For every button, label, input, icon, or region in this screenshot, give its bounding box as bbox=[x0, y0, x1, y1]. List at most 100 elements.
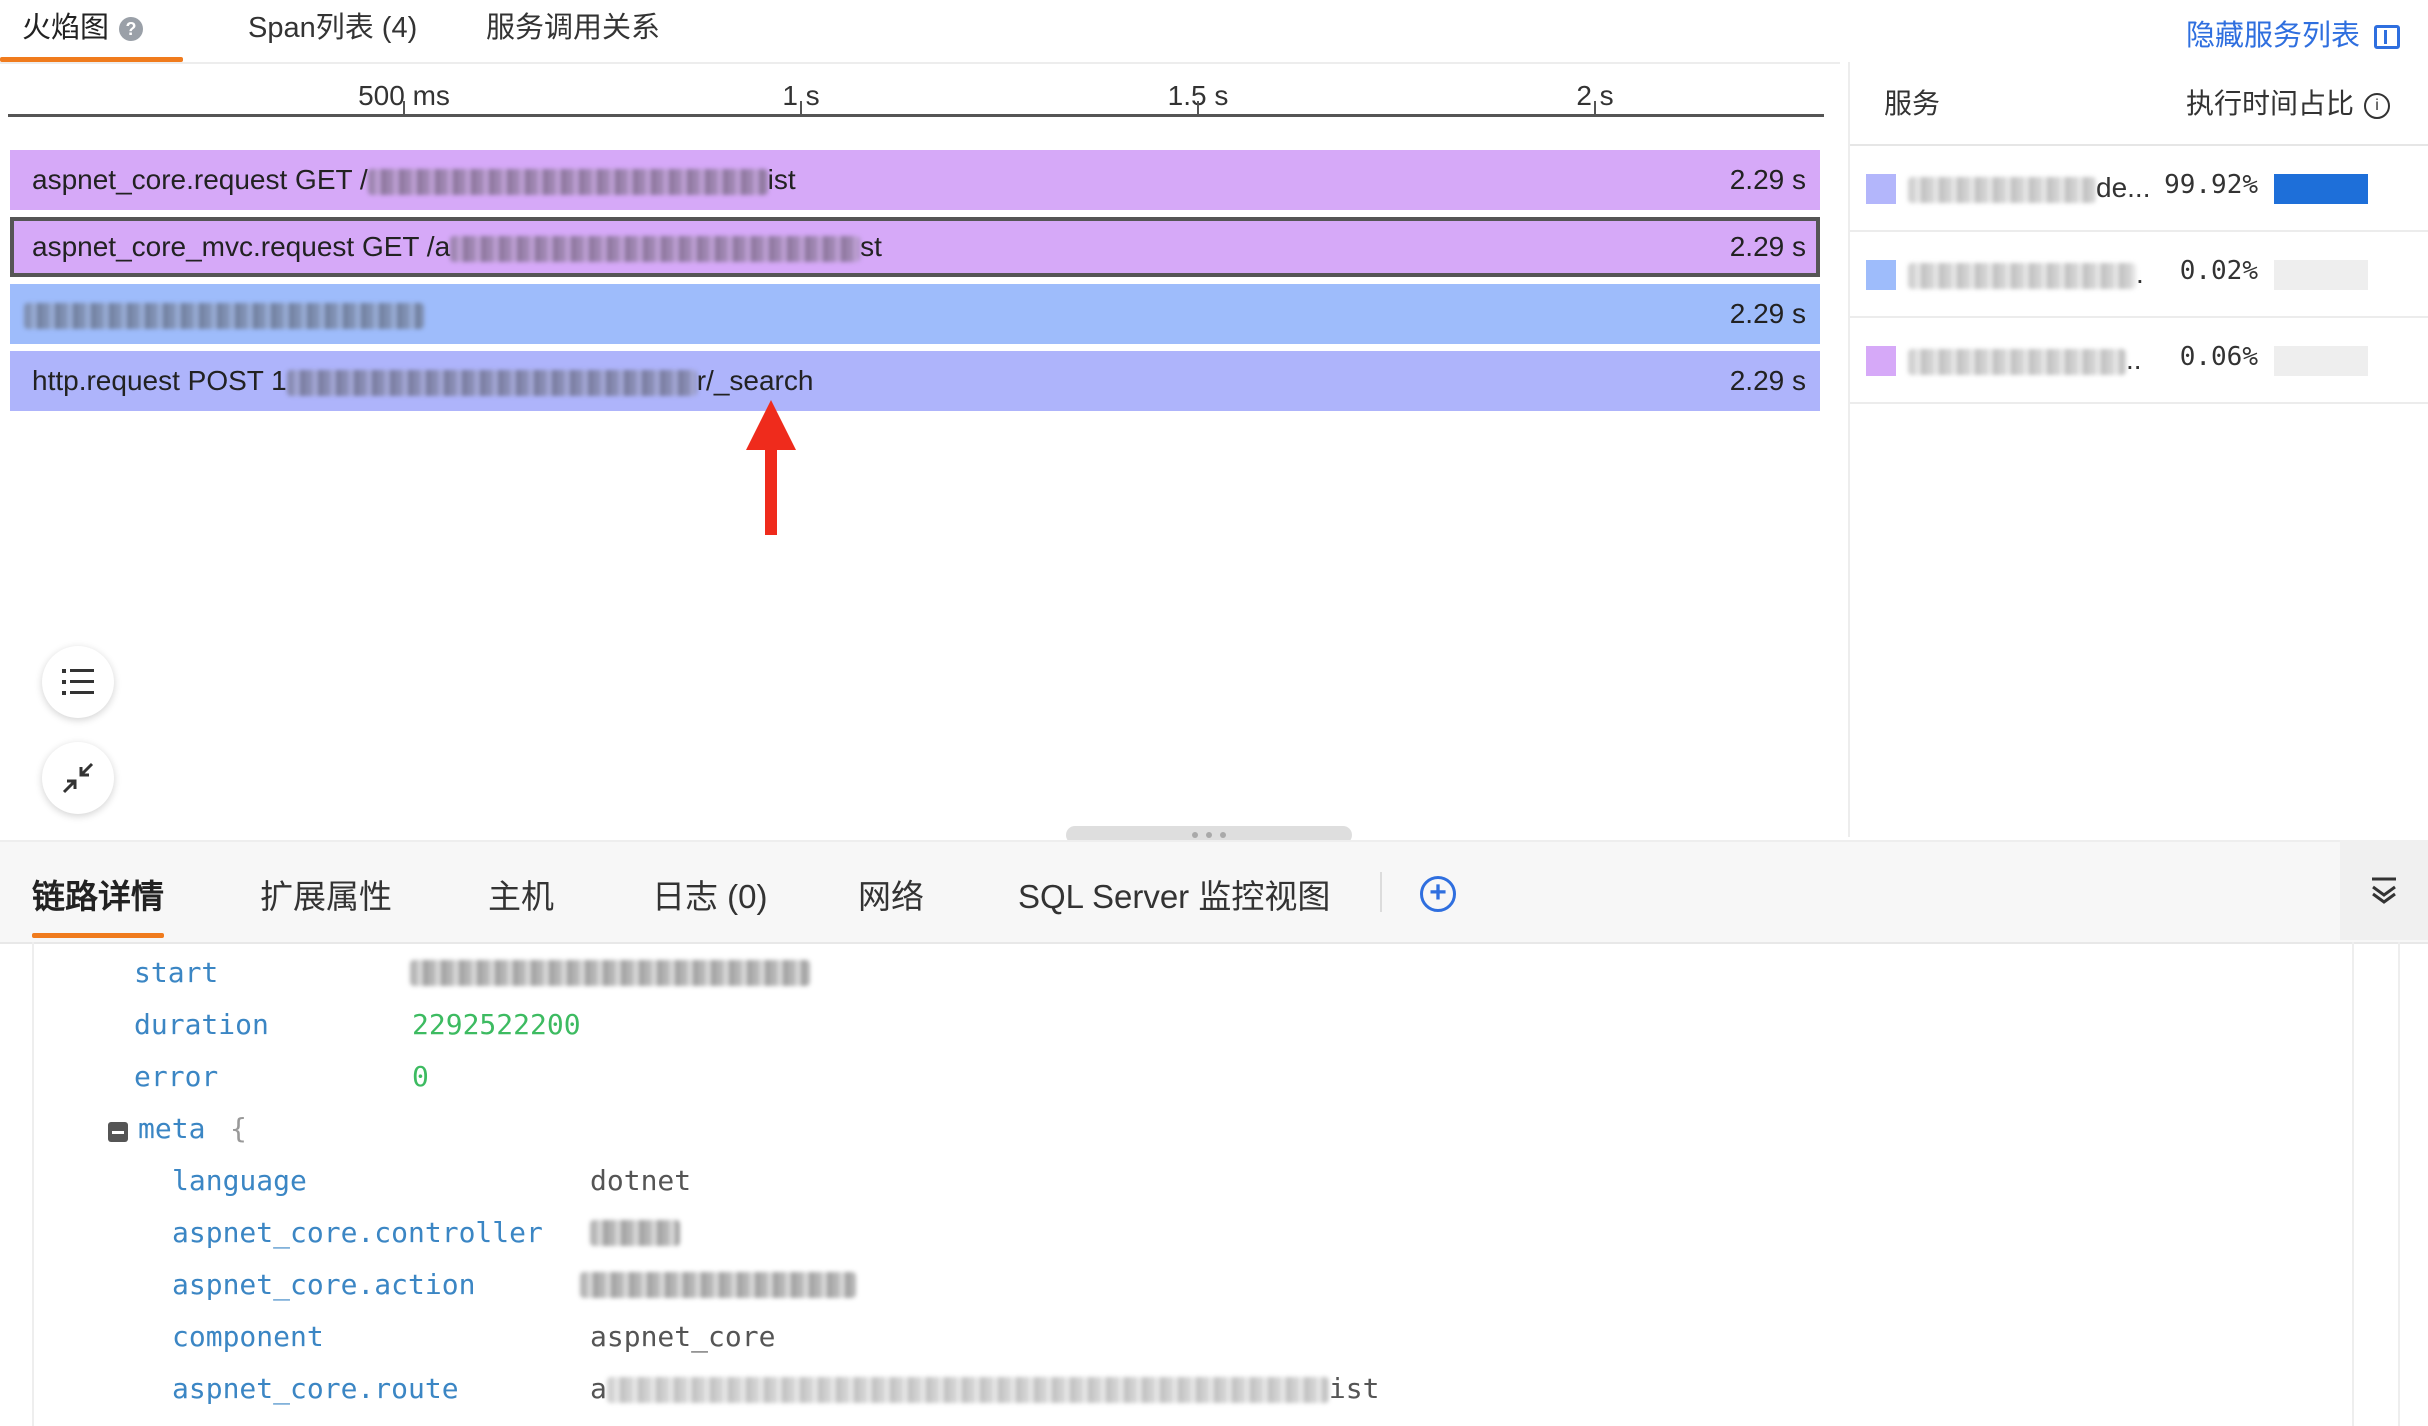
service-name-suffix: . bbox=[2136, 258, 2144, 289]
detail-value: dotnet bbox=[590, 1164, 692, 1197]
add-tab-icon[interactable]: + bbox=[1420, 876, 1456, 912]
service-name-suffix: de... bbox=[2096, 172, 2151, 203]
span-bar-redacted[interactable]: 2.29 s bbox=[10, 284, 1820, 344]
service-color-swatch bbox=[1866, 260, 1896, 290]
tab-divider bbox=[1380, 872, 1382, 912]
span-duration: 2.29 s bbox=[1729, 298, 1806, 329]
shrink-icon bbox=[62, 762, 94, 794]
service-ratio-value: 0.02% bbox=[2179, 256, 2258, 286]
detail-key: error bbox=[134, 1060, 219, 1093]
tab-trace-details-label: 链路详情 bbox=[32, 878, 164, 915]
service-table-header: 服务 执行时间占比 i bbox=[1850, 62, 2428, 146]
detail-value: aspnet_core bbox=[590, 1320, 776, 1353]
service-ratio-value: 99.92% bbox=[2164, 170, 2258, 200]
detail-key: meta bbox=[138, 1112, 206, 1145]
redacted-text bbox=[286, 369, 697, 396]
grip-dot bbox=[1206, 832, 1212, 838]
service-ratio-value: 0.06% bbox=[2179, 342, 2258, 372]
collapse-panel-button[interactable] bbox=[2340, 840, 2428, 940]
redacted-text bbox=[24, 302, 424, 329]
service-ratio-bar bbox=[2274, 260, 2368, 290]
tab-sql-server-monitor[interactable]: SQL Server 监控视图 bbox=[1018, 870, 1330, 918]
detail-key: component bbox=[172, 1320, 324, 1353]
collapse-down-icon bbox=[2372, 877, 2396, 904]
detail-tab-bar: 链路详情 扩展属性 主机 日志 (0) 网络 SQL Server 监控视图 bbox=[0, 840, 2428, 944]
service-row[interactable]: de... 99.92% bbox=[1850, 146, 2428, 232]
axis-tick bbox=[1197, 101, 1199, 117]
axis-tick bbox=[800, 101, 802, 117]
span-label-suffix: ist bbox=[767, 164, 796, 195]
detail-value: 0 bbox=[412, 1060, 429, 1093]
detail-key: duration bbox=[134, 1008, 269, 1041]
span-bar-http-request-post[interactable]: http.request POST 1 r/_search 2.29 s bbox=[10, 351, 1820, 411]
grip-dot bbox=[1192, 832, 1198, 838]
span-duration: 2.29 s bbox=[1729, 365, 1806, 396]
redacted-text bbox=[450, 235, 861, 262]
tab-flame-graph[interactable]: 火焰图? bbox=[0, 0, 184, 62]
tab-host[interactable]: 主机 bbox=[488, 870, 554, 918]
detail-scrollbar[interactable] bbox=[2352, 942, 2400, 1426]
span-label: aspnet_core_mvc.request GET /a bbox=[32, 231, 451, 262]
route-value-suffix: ist bbox=[1328, 1372, 1380, 1405]
service-ratio-bar bbox=[2274, 346, 2368, 376]
service-name: de... bbox=[1908, 172, 2150, 204]
ratio-column-label: 执行时间占比 bbox=[2185, 88, 2354, 119]
service-name-suffix: .. bbox=[2126, 344, 2142, 375]
timeline-axis: 500 ms 1 s 1.5 s 2 s bbox=[8, 80, 1824, 117]
active-tab-underline bbox=[32, 933, 164, 938]
service-column-header: 服务 bbox=[1884, 88, 1941, 119]
red-arrow-annotation bbox=[746, 400, 796, 535]
detail-key: start bbox=[134, 956, 219, 989]
detail-key: language bbox=[172, 1164, 307, 1197]
service-row[interactable]: .. 0.06% bbox=[1850, 318, 2428, 404]
redacted-text bbox=[367, 168, 768, 195]
redacted-text bbox=[590, 1220, 680, 1246]
service-color-swatch bbox=[1866, 346, 1896, 376]
service-color-swatch bbox=[1866, 174, 1896, 204]
collapse-node-icon[interactable] bbox=[108, 1122, 128, 1142]
span-duration: 2.29 s bbox=[1729, 164, 1806, 195]
redacted-text bbox=[1908, 262, 2136, 289]
ratio-column-header: 执行时间占比 i bbox=[2186, 82, 2390, 122]
tab-flame-graph-label: 火焰图 bbox=[22, 12, 110, 44]
redacted-text bbox=[606, 1377, 1329, 1403]
axis-tick bbox=[1594, 101, 1596, 117]
tab-trace-details[interactable]: 链路详情 bbox=[32, 870, 164, 938]
span-bar-aspnet-core-request[interactable]: aspnet_core.request GET / ist 2.29 s bbox=[10, 150, 1820, 210]
tab-service-calls[interactable]: 服务调用关系 bbox=[486, 0, 660, 56]
help-icon[interactable]: ? bbox=[119, 17, 144, 42]
tab-extended-attributes[interactable]: 扩展属性 bbox=[260, 870, 392, 918]
detail-value: a ist bbox=[590, 1372, 1379, 1405]
top-tab-bar: 火焰图? Span列表 (4) 服务调用关系 bbox=[0, 0, 1840, 64]
axis-tick bbox=[403, 101, 405, 117]
redacted-text bbox=[1908, 176, 2096, 203]
hide-service-list-label: 隐藏服务列表 bbox=[2185, 20, 2360, 52]
service-row[interactable]: . 0.02% bbox=[1850, 232, 2428, 318]
trace-detail-pane: start duration 2292522200 error 0 meta {… bbox=[32, 942, 2354, 1426]
list-icon bbox=[62, 669, 94, 695]
tab-logs[interactable]: 日志 (0) bbox=[652, 870, 768, 918]
span-label-suffix: st bbox=[860, 231, 882, 262]
span-bar-aspnet-core-mvc-request[interactable]: aspnet_core_mvc.request GET /a st 2.29 s bbox=[10, 217, 1820, 277]
panel-toggle-icon bbox=[2374, 25, 2400, 50]
info-icon[interactable]: i bbox=[2364, 92, 2390, 119]
span-label: aspnet_core.request GET / bbox=[32, 164, 368, 195]
arrow-shape bbox=[746, 400, 796, 535]
span-label-suffix: r/_search bbox=[696, 365, 814, 396]
span-label: http.request POST 1 bbox=[32, 365, 287, 396]
tab-span-list[interactable]: Span列表 (4) bbox=[248, 0, 417, 56]
hide-service-list-link[interactable]: 隐藏服务列表 bbox=[2186, 12, 2400, 54]
collapse-view-button[interactable] bbox=[42, 742, 114, 814]
detail-key: aspnet_core.route bbox=[172, 1372, 459, 1405]
redacted-text bbox=[410, 960, 810, 986]
span-duration: 2.29 s bbox=[1729, 231, 1806, 262]
redacted-text bbox=[1908, 348, 2126, 375]
list-view-button[interactable] bbox=[42, 646, 114, 718]
service-ratio-fill bbox=[2274, 174, 2368, 204]
detail-key: aspnet_core.action bbox=[172, 1268, 476, 1301]
redacted-text bbox=[580, 1272, 856, 1298]
detail-value: 2292522200 bbox=[412, 1008, 581, 1041]
grip-dot bbox=[1220, 832, 1226, 838]
route-value-prefix: a bbox=[590, 1372, 607, 1405]
tab-network[interactable]: 网络 bbox=[858, 870, 924, 918]
